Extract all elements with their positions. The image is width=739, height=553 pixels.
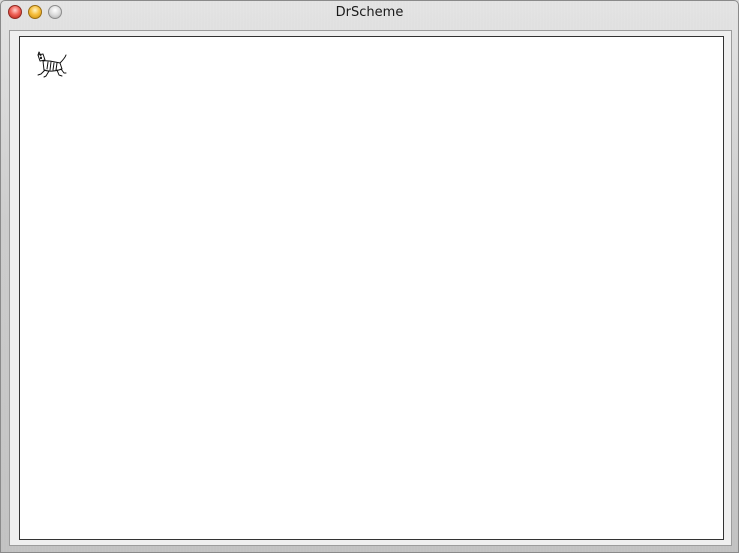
window-title: DrScheme xyxy=(335,5,404,20)
drawing-canvas[interactable] xyxy=(19,36,724,540)
app-window: DrScheme xyxy=(0,0,739,553)
title-bar[interactable]: DrScheme xyxy=(1,1,738,24)
cat-icon xyxy=(37,51,67,78)
content-frame xyxy=(9,30,732,546)
